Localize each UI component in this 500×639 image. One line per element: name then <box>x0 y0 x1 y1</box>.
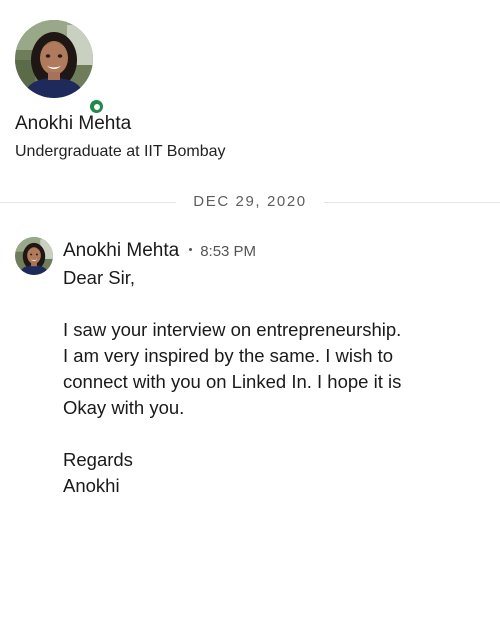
message-header: Anokhi Mehta 8:53 PM <box>63 239 256 264</box>
message-body: Dear Sir, I saw your interview on entrep… <box>63 265 483 499</box>
sender-name[interactable]: Anokhi Mehta <box>63 240 179 261</box>
sender-avatar[interactable] <box>15 237 53 275</box>
profile-photo <box>15 20 93 98</box>
date-divider-label: DEC 29, 2020 <box>193 193 307 210</box>
message-closing: Regards <box>63 449 133 470</box>
profile-avatar[interactable] <box>15 20 105 115</box>
divider-line-left <box>0 202 176 203</box>
message-line: I am very inspired by the same. I wish t… <box>63 345 394 366</box>
profile-name[interactable]: Anokhi Mehta <box>15 112 131 136</box>
profile-header <box>15 20 485 115</box>
message-line: connect with you on Linked In. I hope it… <box>63 371 402 392</box>
message-line: I saw your interview on entrepreneurship… <box>63 319 402 340</box>
date-divider: DEC 29, 2020 <box>0 192 500 212</box>
divider-line-right <box>324 202 500 203</box>
profile-headline: Undergraduate at IIT Bombay <box>15 143 226 160</box>
message-timestamp: 8:53 PM <box>200 243 257 260</box>
message-signature: Anokhi <box>63 475 120 496</box>
message-greeting: Dear Sir, <box>63 267 135 288</box>
sender-photo <box>15 237 53 275</box>
message-line: Okay with you. <box>63 397 185 418</box>
separator-dot-icon <box>189 248 193 252</box>
